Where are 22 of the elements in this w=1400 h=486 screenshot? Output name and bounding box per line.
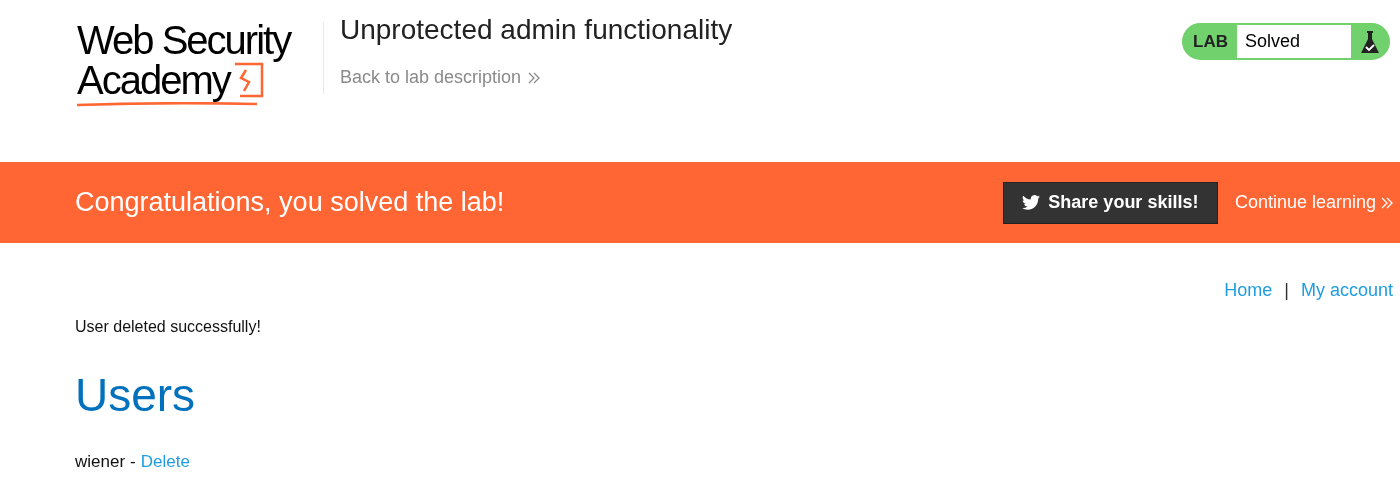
nav-link[interactable]: My account xyxy=(1300,276,1393,304)
back-to-description-link[interactable]: Back to lab description xyxy=(340,64,733,91)
lab-label: LAB xyxy=(1192,30,1229,53)
share-skills-button[interactable]: Share your skills! xyxy=(1002,181,1218,224)
congratulations-message: Congratulations, you solved the lab! xyxy=(75,186,505,220)
logo-text: Academy xyxy=(77,60,230,100)
status-message: User deleted successfully! xyxy=(75,317,262,337)
nav-separator: | xyxy=(1284,278,1289,302)
lab-title: Unprotected admin functionality xyxy=(340,14,733,46)
users-heading: Users xyxy=(75,368,197,423)
delete-link[interactable]: Delete xyxy=(140,449,190,475)
user-name: wiener xyxy=(75,451,126,473)
flask-icon xyxy=(1360,29,1379,54)
logo[interactable]: Web Security Academy xyxy=(77,20,307,106)
user-separator: - xyxy=(130,451,136,473)
double-chevron-icon xyxy=(1380,195,1394,210)
nav-link[interactable]: Home xyxy=(1224,276,1273,304)
continue-learning-link[interactable]: Continue learning xyxy=(1234,189,1400,216)
lab-status-text: Solved xyxy=(1237,25,1351,58)
logo-text: Web Security xyxy=(77,20,292,60)
bird-icon xyxy=(1022,195,1041,210)
double-chevron-icon xyxy=(527,70,542,85)
